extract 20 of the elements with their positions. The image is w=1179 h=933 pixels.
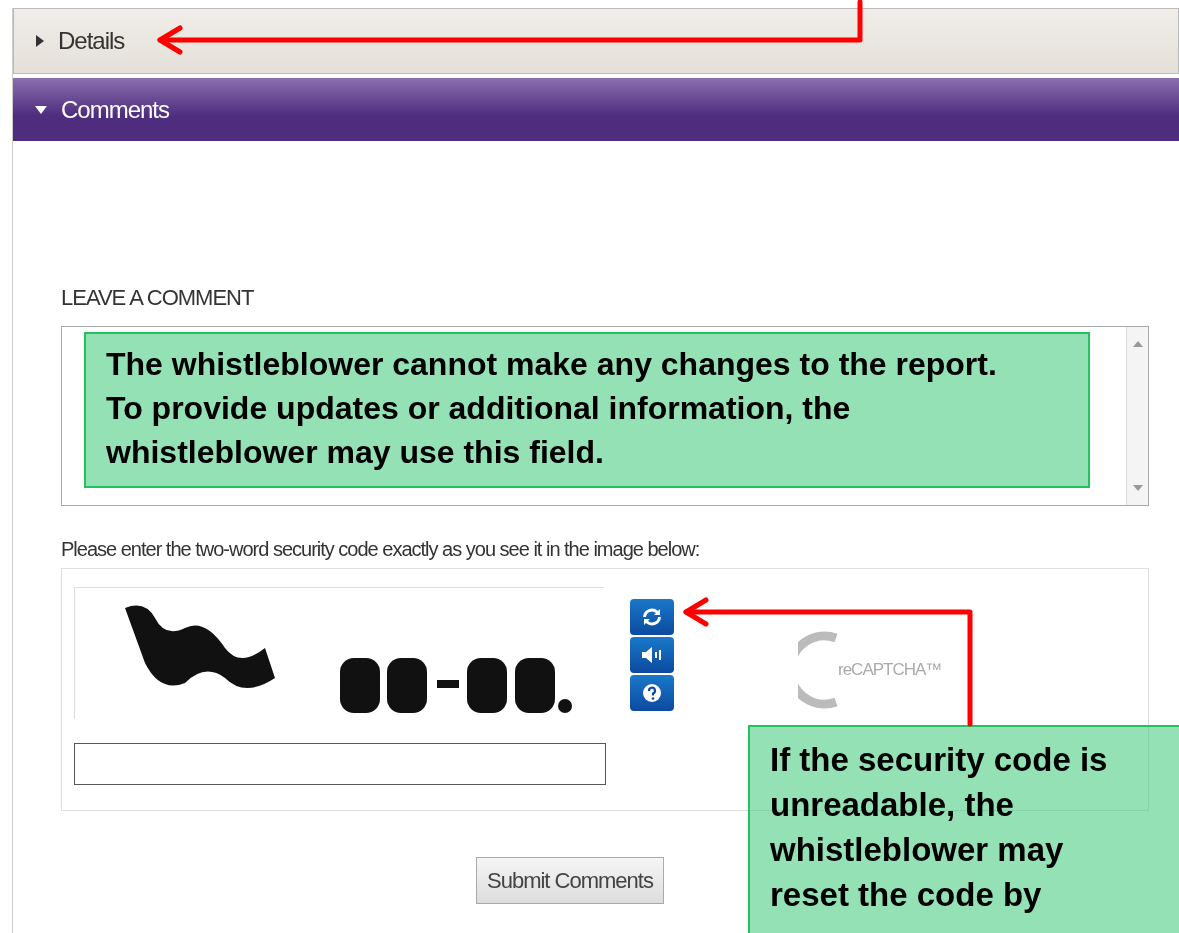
refresh-button[interactable] [630,599,674,635]
audio-button[interactable] [630,637,674,673]
speaker-icon [641,646,663,664]
callout: If the security code is unreadable, the whistleblower may reset the code by [748,725,1179,933]
comment-field[interactable] [61,326,1149,506]
recaptcha-icon [798,630,838,710]
form-label: LEAVE A COMMENT [61,284,255,312]
callout: The whistleblower cannot make any changes to the report. To provide updates or additional information, the whistleblower may use this field. [84,332,1090,488]
help-icon [642,683,662,703]
section-header[interactable]: Comments [13,78,1179,141]
section-header[interactable]: Details [13,8,1179,74]
help-button[interactable] [630,675,674,711]
scroll-down-icon[interactable] [1132,485,1143,491]
logo-text: reCAPTCHA™ [838,659,942,682]
captcha-input[interactable] [74,743,606,785]
refresh-icon [642,607,662,627]
captcha-prompt: Please enter the two-word security code exactly as you see it in the image below: [61,537,701,562]
scrollbar[interactable] [1126,327,1148,505]
submit-button[interactable]: Submit Comments [476,857,664,904]
scroll-up-icon[interactable] [1132,341,1143,347]
